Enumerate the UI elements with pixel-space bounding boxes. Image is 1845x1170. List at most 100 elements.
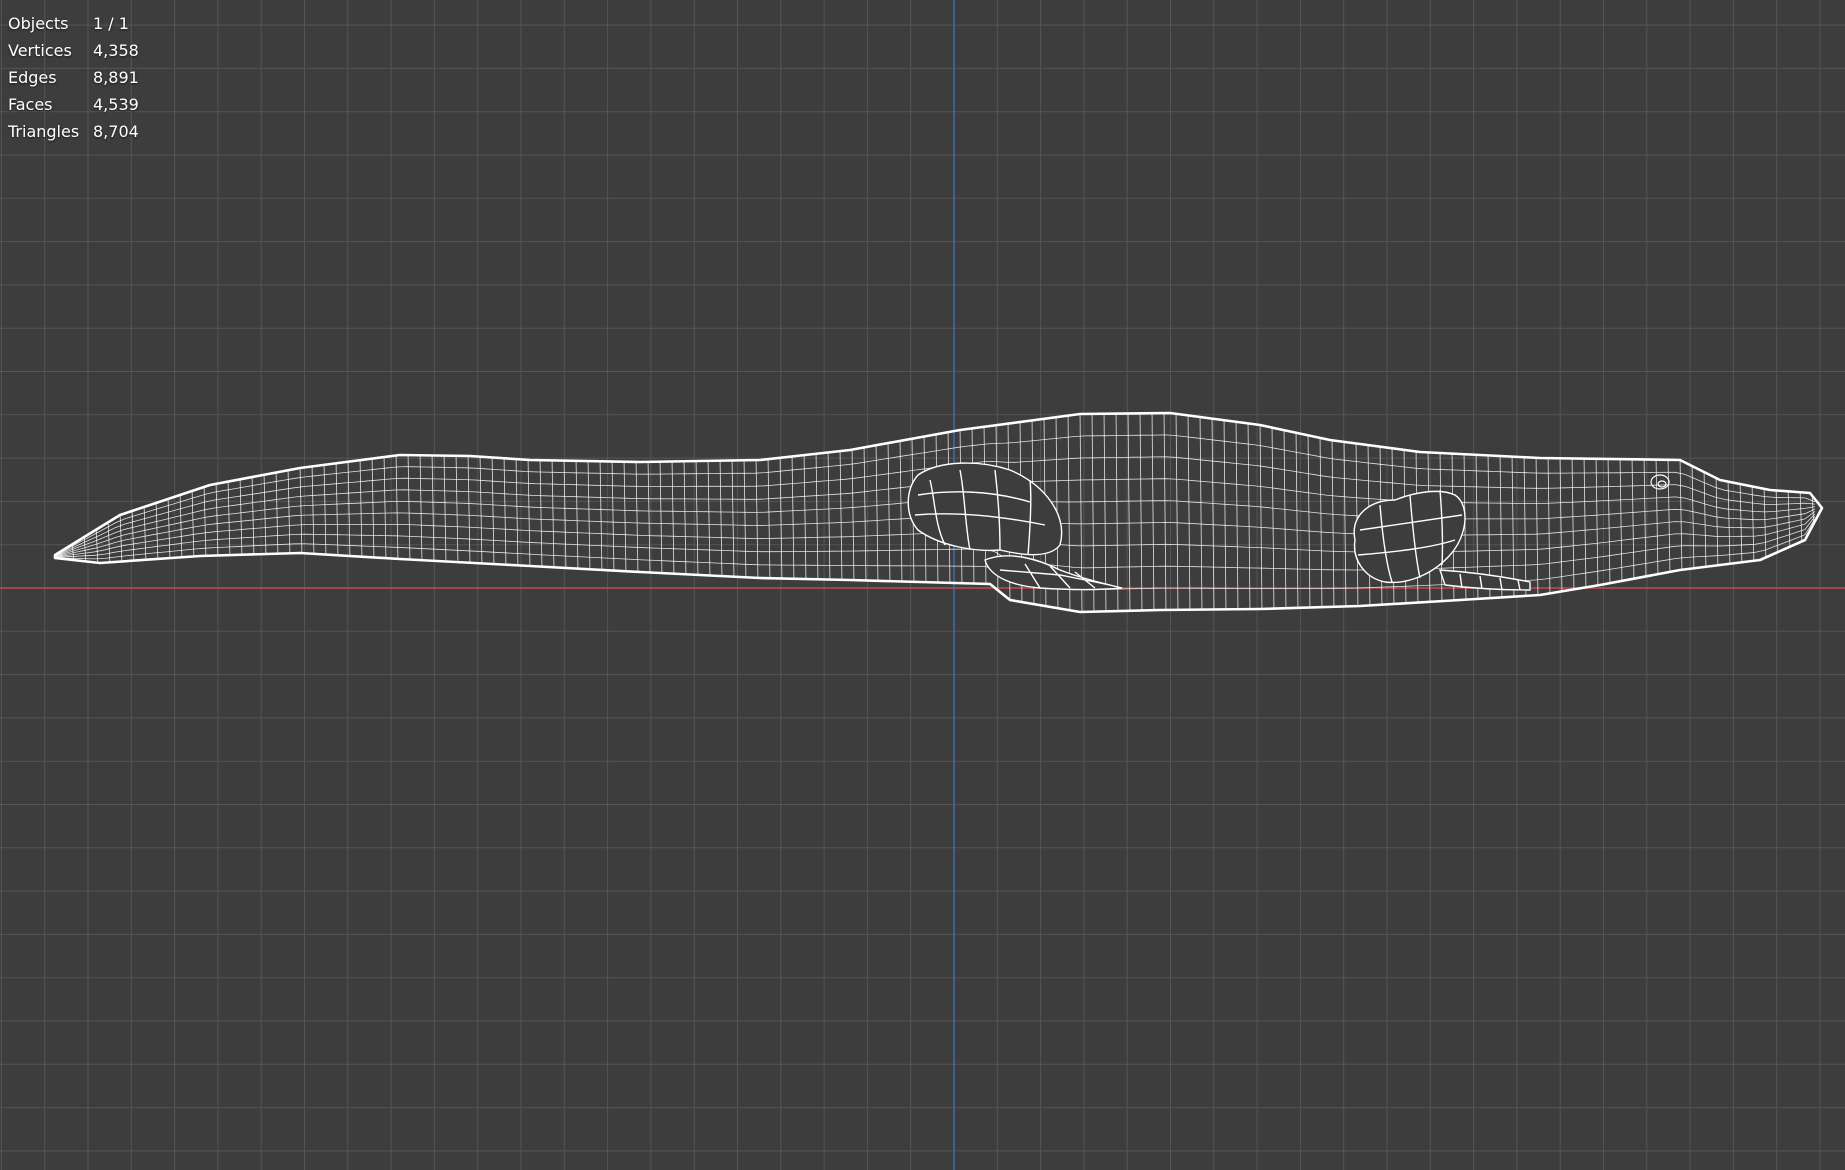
mesh-edge-ring [719,456,723,581]
mesh-edge-ring [1175,413,1179,612]
mesh-edge-ring [1127,413,1131,612]
mesh-edge-ring [755,456,759,582]
mesh-edge-ring [611,457,615,575]
mesh-edge-ring [1343,437,1347,611]
mesh-edge-ring [575,456,579,573]
3d-viewport[interactable]: Objects 1 / 1 Vertices 4,358 Edges 8,891 Faces… [0,0,1845,1170]
mesh-edge-ring [503,454,507,569]
mesh-edge-ring [875,441,879,585]
mesh-edge-ring [1247,419,1251,612]
mesh-edge-ring [527,455,531,570]
mesh-edge-ring [419,451,423,565]
mesh-edge-ring [851,445,855,585]
mesh-edge-ring [695,457,699,579]
mesh-edge-ring [635,457,639,576]
mesh-edge-ring [455,451,459,567]
mesh-edge-ring [323,460,327,559]
mesh-edge-ring [1583,454,1587,592]
mesh-edge-ring [623,457,627,576]
mesh-edge-ring [311,462,315,558]
mesh-edge-ring [1619,455,1623,586]
mesh-edge-ring [491,453,495,569]
mesh-edge-ring [1631,455,1635,584]
mesh-edge-ring [707,456,711,580]
mesh-edge-ring [1283,426,1287,612]
mesh-edge-ring [1595,454,1599,590]
mesh-edge-ring [1319,433,1323,612]
mesh-edge-ring [815,449,819,584]
mesh-edge-ring [479,452,483,568]
mesh-edge-ring [383,453,387,563]
mesh-edge-ring [551,456,555,572]
mesh-edge-ring [407,451,411,564]
mesh-edge-ring [443,451,447,566]
mesh-edge-ring [803,451,807,584]
mesh-edge-ring [1523,453,1527,601]
mesh-edge-ring [431,451,435,565]
mesh-edge-ring [899,436,903,586]
stat-value: 4,539 [93,95,139,114]
stat-label: Triangles [8,122,80,141]
stat-label: Vertices [8,41,72,60]
mesh-edge-ring [839,447,843,584]
stat-row-objects: Objects 1 / 1 [8,10,143,37]
mesh-edge-ring [1571,454,1575,594]
wireframe-mesh[interactable] [53,409,1824,616]
mesh-edge-ring [1235,417,1239,612]
stat-row-faces: Faces 4,539 [8,91,143,118]
mesh-edge-ring [1535,453,1539,600]
stat-row-triangles: Triangles 8,704 [8,118,143,145]
mesh-edge-ring [467,451,471,567]
tail-tip-detail [1650,474,1670,490]
mesh-edge-ring [1223,416,1227,612]
mesh-edge-ring [395,451,399,563]
stat-row-edges: Edges 8,891 [8,64,143,91]
mesh-edge-ring [1115,413,1119,612]
mesh-edge-ring [599,457,603,574]
stat-value: 8,704 [93,122,139,141]
mesh-edge-ring [1199,413,1203,612]
mesh-edge-ring [371,454,375,562]
mesh-edge-ring [827,448,831,584]
mesh-edge-ring [1787,487,1791,552]
mesh-edge-ring [1667,455,1671,577]
grid-floor [0,0,1845,1170]
mesh-edge-ring [587,457,591,574]
mesh-edge-ring [683,457,687,579]
mesh-edge-ring [1547,454,1551,598]
stat-value: 1 / 1 [93,14,129,33]
mesh-edge-ring [539,456,543,571]
mesh-edge-ring [1295,428,1299,612]
mesh-edge-ring [671,457,675,578]
mesh-edge-ring [1655,455,1659,579]
mesh-edge-ring [887,439,891,586]
stat-value: 8,891 [93,68,139,87]
mesh-edge-ring [1271,423,1275,612]
mesh-edge-ring [863,443,867,585]
fin-front [907,462,1123,591]
viewport-scene[interactable] [0,0,1845,1170]
mesh-edge-ring [767,455,771,583]
mesh-edge-ring [1331,436,1335,611]
mesh-edge-ring [647,457,651,577]
mesh-edge-ring [1187,413,1191,612]
mesh-edge-ring [1139,413,1143,612]
mesh-edge-ring [731,456,735,581]
stat-row-vertices: Vertices 4,358 [8,37,143,64]
mesh-edge-ring [1151,413,1155,612]
stat-label: Objects [8,14,69,33]
mesh-edge-ring [1643,455,1647,581]
mesh-edge-ring [1799,488,1803,547]
mesh-edge-ring [743,456,747,582]
mesh-edge-ring [791,452,795,583]
mesh-edge-ring [1259,420,1263,612]
fin-rear [1353,489,1531,591]
mesh-edge-ring [1163,413,1167,612]
mesh-edge-ring [95,525,99,567]
stat-label: Edges [8,68,57,87]
mesh-edge-ring [119,510,123,566]
stat-label: Faces [8,95,53,114]
statistics-overlay: Objects 1 / 1 Vertices 4,358 Edges 8,891 Faces… [8,10,143,145]
mesh-edge-ring [659,457,663,578]
stat-value: 4,358 [93,41,139,60]
